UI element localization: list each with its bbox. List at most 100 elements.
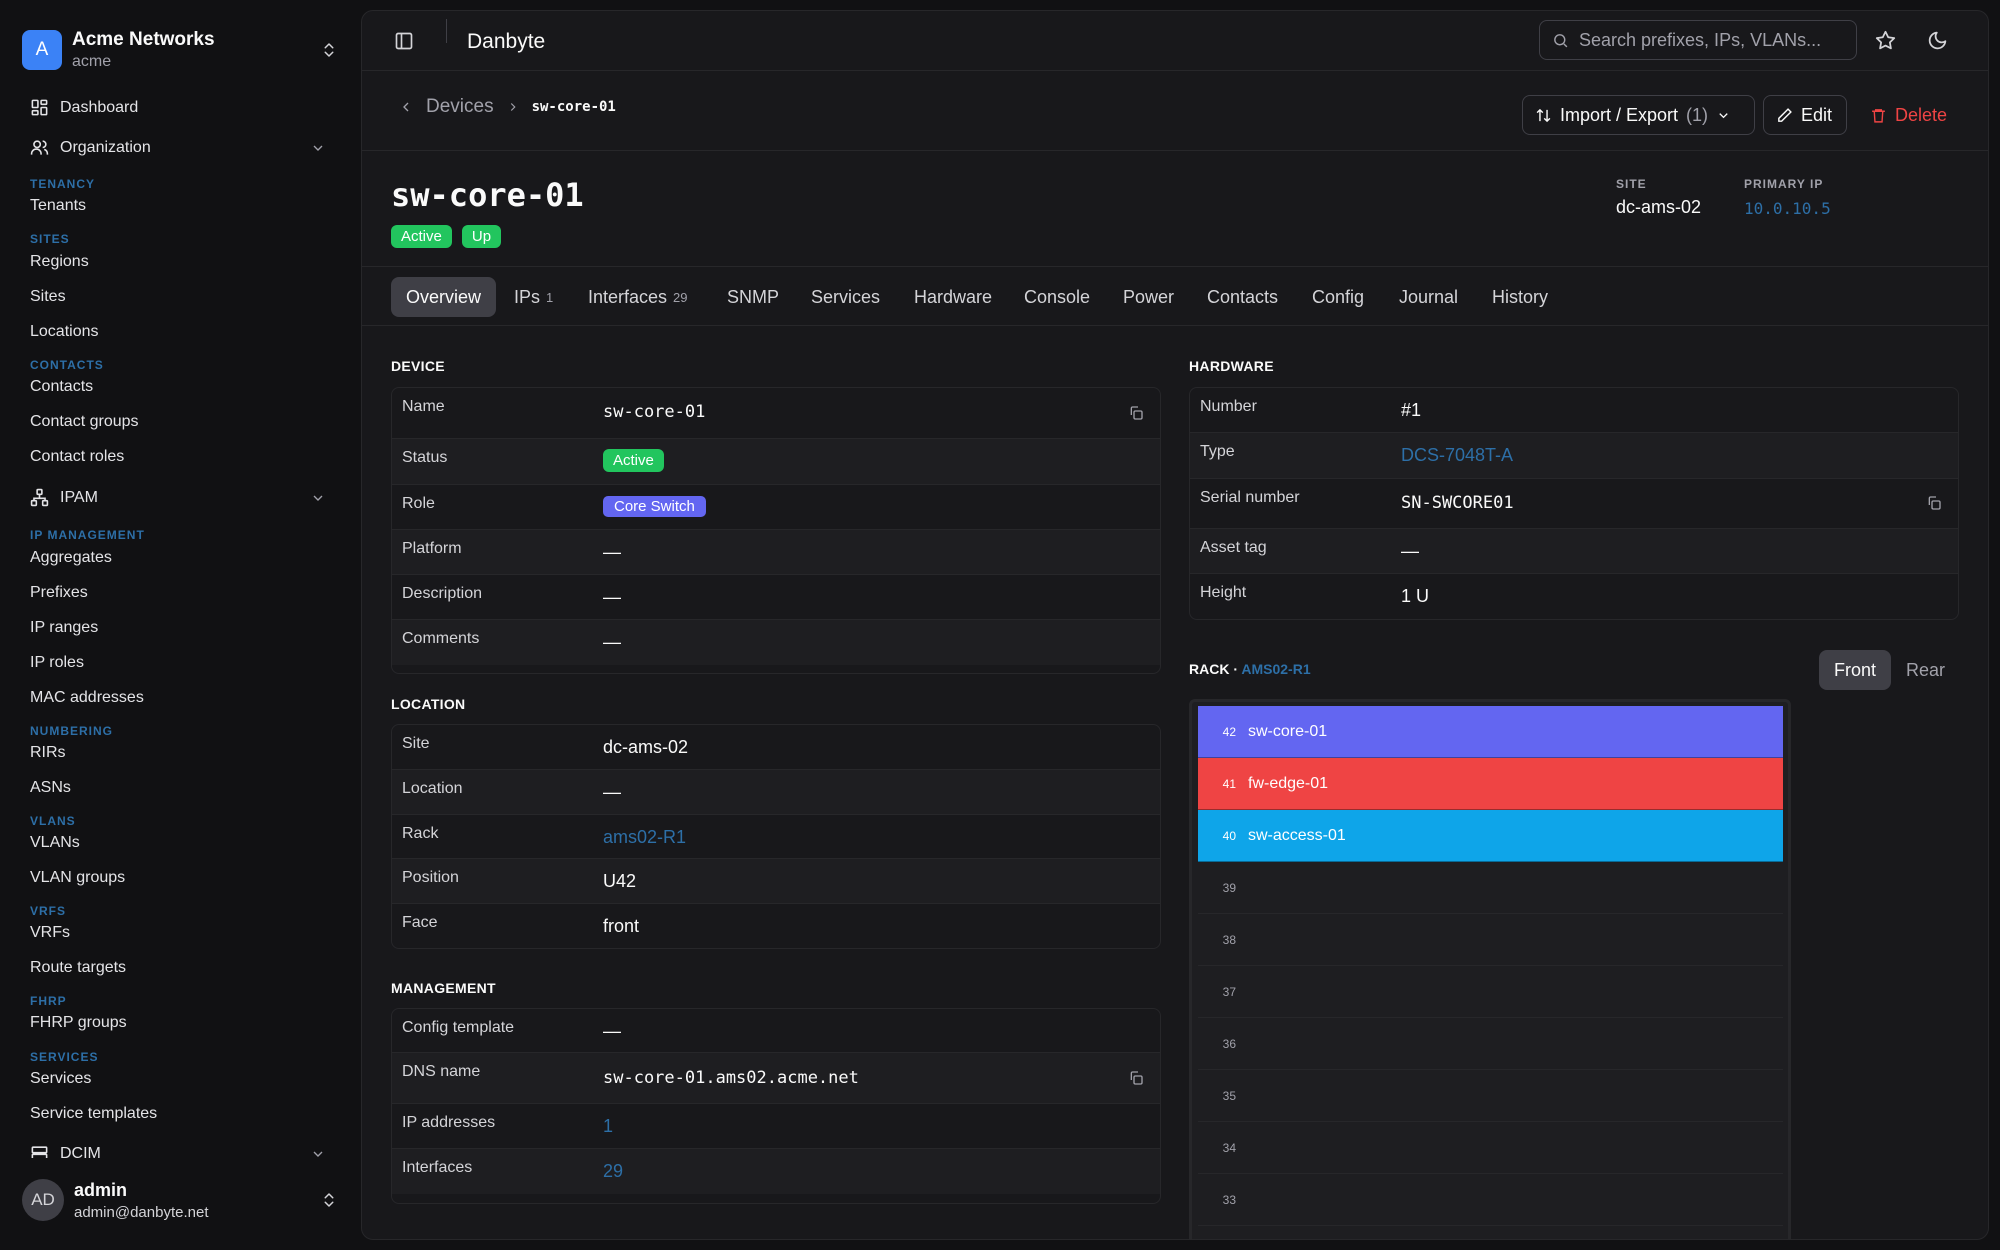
sidebar-group-dcim[interactable]: DCIM [30,1144,101,1158]
detail-row-interfaces: Interfaces 29 [392,1149,1160,1194]
sidebar-item-vrfs[interactable]: VRFs [30,924,70,942]
rack-label: RACK · [1189,661,1238,677]
sidebar-item-route-targets[interactable]: Route targets [30,959,126,977]
tab-history[interactable]: History [1492,277,1548,317]
sidebar-item-ip-roles[interactable]: IP roles [30,654,84,672]
moon-icon[interactable] [1927,30,1948,51]
sidebar-item-ip-ranges[interactable]: IP ranges [30,619,98,637]
sidebar-item-sites[interactable]: Sites [30,288,66,306]
sidebar-item-tenants[interactable]: Tenants [30,197,86,215]
star-icon[interactable] [1875,30,1896,51]
sidebar-item-vlans[interactable]: VLANs [30,834,80,852]
rack-link[interactable]: ams02-R1 [603,827,686,848]
user-menu[interactable]: AD admin admin@danbyte.net [22,1172,338,1228]
row-label: Site [402,735,430,752]
tab-journal[interactable]: Journal [1399,277,1458,317]
row-value: — [1401,541,1419,561]
sidebar-group-organization[interactable]: Organization [30,138,151,157]
rack-name-link[interactable]: AMS02-R1 [1241,661,1310,677]
sidebar-item-label: IPAM [60,488,98,506]
tab-services[interactable]: Services [811,277,880,317]
rack-unit-number: 38 [1222,932,1236,947]
sidebar-item-asns[interactable]: ASNs [30,779,71,797]
tab-count: 29 [673,289,688,305]
sidebar-item-contacts[interactable]: Contacts [30,378,93,396]
copy-icon[interactable] [1128,405,1144,421]
sidebar-item-service-templates[interactable]: Service templates [30,1105,157,1123]
sidebar-item-vlan-groups[interactable]: VLAN groups [30,869,125,887]
row-value: — [603,542,621,562]
location-section-title: LOCATION [391,696,466,712]
row-label: Height [1200,584,1247,601]
tab-ips[interactable]: IPs 1 [514,277,553,317]
rack-front-button[interactable]: Front [1819,650,1892,690]
import-export-label: Import / Export [1560,104,1679,125]
delete-button[interactable]: Delete [1858,95,1959,135]
sidebar-item-rirs[interactable]: RIRs [30,744,66,762]
row-value: dc-ams-02 [603,737,689,757]
rack-unit-number: 41 [1222,776,1236,791]
tab-contacts[interactable]: Contacts [1207,277,1278,317]
copy-icon[interactable] [1926,495,1942,511]
rack-unit-number: 37 [1222,984,1236,999]
sidebar-item-contact-groups[interactable]: Contact groups [30,413,139,431]
chevron-down-icon[interactable] [310,490,326,506]
rack-unit-device[interactable]: 42 sw-core-01 [1198,706,1783,758]
row-label: Platform [402,540,462,557]
tab-power[interactable]: Power [1123,277,1174,317]
tab-console[interactable]: Console [1024,277,1090,317]
tab-label: Contacts [1207,286,1279,307]
detail-row-height: Height 1 U [1190,574,1958,619]
site-meta-label: SITE [1616,177,1647,191]
interfaces-link[interactable]: 29 [603,1161,623,1182]
chevron-down-icon[interactable] [310,1146,326,1158]
sidebar-item-prefixes[interactable]: Prefixes [30,584,88,602]
sidebar-group-ipam[interactable]: IPAM [30,488,98,507]
chevron-down-icon[interactable] [310,140,326,156]
rack-section-title: RACK · AMS02-R1 [1189,661,1311,677]
copy-icon[interactable] [1128,1070,1144,1086]
detail-row-comments: Comments — [392,620,1160,665]
rack-unit-device[interactable]: 40 sw-access-01 [1198,810,1783,862]
import-export-count: (1) [1686,104,1709,125]
org-slug: acme [72,53,112,70]
row-label: Config template [402,1019,515,1036]
org-switcher[interactable]: A Acme Networks acme [22,22,338,78]
tab-config[interactable]: Config [1312,277,1364,317]
sidebar-item-locations[interactable]: Locations [30,323,99,341]
sidebar-item-mac-addresses[interactable]: MAC addresses [30,689,144,707]
tab-interfaces[interactable]: Interfaces 29 [588,277,688,317]
sidebar-item-fhrp-groups[interactable]: FHRP groups [30,1014,127,1032]
rack-unit-empty: 33 [1198,1174,1783,1226]
chevron-left-icon[interactable] [398,99,414,115]
sidebar-item-dashboard[interactable]: Dashboard [30,98,138,117]
rack-rear-button[interactable]: Rear [1891,650,1960,690]
tab-snmp[interactable]: SNMP [727,277,779,317]
edit-label: Edit [1801,104,1833,125]
rack-unit-device[interactable]: 41 fw-edge-01 [1198,758,1783,810]
tab-overview[interactable]: Overview [391,277,497,317]
sidebar-item-services[interactable]: Services [30,1070,91,1088]
detail-row-platform: Platform — [392,530,1160,575]
sidebar-item-contact-roles[interactable]: Contact roles [30,448,124,466]
import-export-button[interactable]: Import / Export (1) [1522,95,1755,135]
search-input[interactable]: Search prefixes, IPs, VLANs... [1539,20,1857,60]
edit-button[interactable]: Edit [1763,95,1847,135]
tab-hardware[interactable]: Hardware [914,277,992,317]
sidebar-item-regions[interactable]: Regions [30,253,89,271]
divider [446,19,447,43]
breadcrumb-devices-link[interactable]: Devices [426,96,494,118]
org-name: Acme Networks [72,29,215,50]
sidebar-toggle-icon[interactable] [394,31,414,51]
delete-label: Delete [1895,104,1948,125]
ip-addresses-link[interactable]: 1 [603,1116,613,1137]
users-icon [30,138,49,157]
management-card: Config template — DNS name sw-core-01.am… [391,1008,1161,1204]
tab-label: Services [811,286,881,307]
sidebar-item-aggregates[interactable]: Aggregates [30,549,112,567]
nav-section-services: SERVICES [30,1050,99,1064]
detail-row-face: Face front [392,904,1160,948]
row-label: DNS name [402,1063,481,1080]
primary-ip-link[interactable]: 10.0.10.5 [1744,199,1831,218]
device-type-link[interactable]: DCS-7048T-A [1401,445,1513,466]
